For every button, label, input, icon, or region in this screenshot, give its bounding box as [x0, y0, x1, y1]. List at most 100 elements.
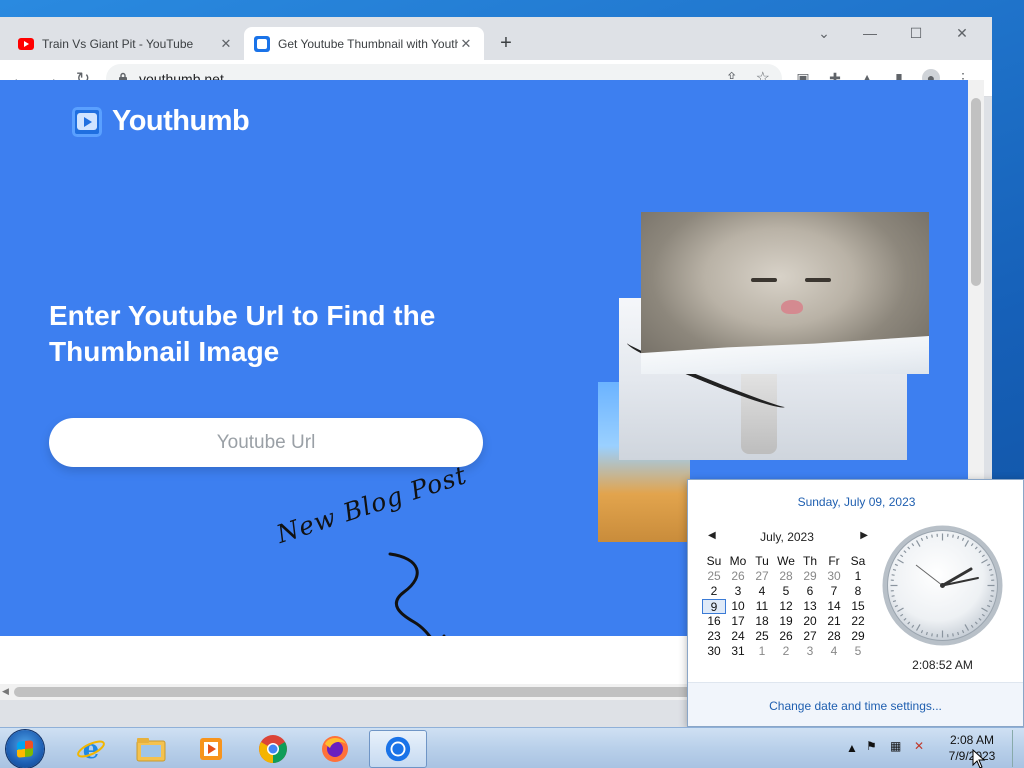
taskbar: e ▲ ⚑ ▦ ✕ 2:08 AM 7/9/2023: [0, 727, 1024, 768]
firefox-taskbar-button[interactable]: [306, 730, 364, 768]
clock-calendar-flyout: Sunday, July 09, 2023 ◀ July, 2023 ▶ Su M…: [687, 479, 1024, 727]
previous-month-icon[interactable]: ◀: [708, 530, 716, 541]
calendar-grid: Su Mo Tu We Th Fr Sa 25 26 27 28 29 30 1 2 3 4 5 6 7 8 9 10 11 1…: [702, 554, 872, 659]
weekday-header: Th: [802, 554, 817, 568]
snow-ground: [641, 336, 929, 374]
mouse-cursor-icon: [972, 749, 986, 768]
calendar-day[interactable]: 30: [822, 569, 846, 584]
calendar-day[interactable]: 2: [702, 584, 726, 599]
calendar-day[interactable]: 7: [822, 584, 846, 599]
calendar-day[interactable]: 23: [702, 629, 726, 644]
calendar-day[interactable]: 8: [846, 584, 870, 599]
clock-tick: [891, 574, 895, 576]
calendar-day[interactable]: 11: [750, 599, 774, 614]
calendar-day[interactable]: 28: [774, 569, 798, 584]
calendar-day[interactable]: 26: [726, 569, 750, 584]
calendar-day[interactable]: 29: [798, 569, 822, 584]
clock-tick: [931, 534, 933, 538]
chrome-active-taskbar-button[interactable]: [369, 730, 427, 768]
youtube-url-input[interactable]: [49, 418, 483, 467]
calendar-header: ◀ July, 2023 ▶: [702, 530, 872, 548]
page-headline: Enter Youtube Url to Find the Thumbnail …: [49, 300, 436, 367]
weekday-header: Sa: [850, 554, 866, 568]
calendar-day[interactable]: 1: [846, 569, 870, 584]
calendar-day[interactable]: 27: [750, 569, 774, 584]
calendar-day[interactable]: 5: [774, 584, 798, 599]
calendar-day[interactable]: 3: [726, 584, 750, 599]
thumbnail-lynx[interactable]: [641, 212, 929, 374]
month-label[interactable]: July, 2023: [760, 530, 814, 544]
maximize-button[interactable]: ☐: [898, 23, 934, 43]
tab-title: Train Vs Giant Pit - YouTube: [42, 36, 194, 51]
close-tab-icon[interactable]: ✕: [218, 36, 234, 52]
calendar-day[interactable]: 20: [798, 614, 822, 629]
calendar-day[interactable]: 9: [702, 599, 726, 614]
scrollbar-thumb[interactable]: [971, 98, 981, 286]
clock-tick: [952, 534, 954, 538]
calendar-day[interactable]: 3: [798, 644, 822, 659]
clock-tick: [891, 595, 895, 597]
close-tab-icon[interactable]: ✕: [458, 36, 474, 52]
calendar-day[interactable]: 18: [750, 614, 774, 629]
calendar-day[interactable]: 4: [750, 584, 774, 599]
media-player-icon: [200, 738, 222, 760]
calendar-day[interactable]: 2: [774, 644, 798, 659]
calendar-day[interactable]: 6: [798, 584, 822, 599]
volume-muted-icon[interactable]: ✕: [914, 739, 924, 768]
close-window-button[interactable]: ✕: [944, 23, 980, 43]
weekday-header: Fr: [828, 554, 840, 568]
calendar-day[interactable]: 5: [846, 644, 870, 659]
action-center-flag-icon[interactable]: ⚑: [866, 739, 877, 768]
minimize-button[interactable]: —: [852, 23, 888, 43]
calendar-day[interactable]: 21: [822, 614, 846, 629]
taskbar-time: 2:08 AM: [949, 733, 995, 747]
lynx-eye: [805, 278, 831, 282]
calendar-day[interactable]: 29: [846, 629, 870, 644]
lynx-nose: [781, 300, 803, 314]
clock-tick: [952, 633, 954, 637]
file-explorer-icon[interactable]: [122, 730, 180, 768]
full-date-link[interactable]: Sunday, July 09, 2023: [688, 495, 1024, 509]
calendar-day[interactable]: 1: [750, 644, 774, 659]
brand-logo[interactable]: Youthumb: [72, 105, 250, 138]
svg-text:e: e: [83, 735, 100, 764]
chrome-taskbar-button[interactable]: [244, 730, 302, 768]
new-tab-button[interactable]: +: [496, 33, 516, 53]
clock-tick: [931, 633, 933, 637]
calendar-day[interactable]: 26: [774, 629, 798, 644]
calendar-day[interactable]: 13: [798, 599, 822, 614]
calendar-day[interactable]: 17: [726, 614, 750, 629]
calendar-day[interactable]: 15: [846, 599, 870, 614]
change-date-time-settings-link[interactable]: Change date and time settings...: [688, 699, 1023, 713]
tab-youthumb[interactable]: Get Youtube Thumbnail with Youthumb ✕: [244, 27, 484, 60]
network-icon[interactable]: ▦: [890, 739, 901, 768]
lynx-eye: [751, 278, 777, 282]
calendar-day[interactable]: 14: [822, 599, 846, 614]
tab-search-icon[interactable]: ⌄: [806, 23, 842, 43]
calendar-day[interactable]: 25: [750, 629, 774, 644]
show-hidden-icons-icon[interactable]: ▲: [846, 741, 858, 768]
calendar-day[interactable]: 25: [702, 569, 726, 584]
media-player-icon[interactable]: [182, 730, 240, 768]
new-blog-post-annotation[interactable]: New Blog Post: [273, 460, 470, 549]
calendar-day[interactable]: 27: [798, 629, 822, 644]
calendar-day[interactable]: 16: [702, 614, 726, 629]
calendar-day[interactable]: 28: [822, 629, 846, 644]
calendar-day[interactable]: 24: [726, 629, 750, 644]
scroll-left-icon[interactable]: ◀: [2, 686, 9, 697]
brand-name: Youthumb: [112, 105, 250, 137]
calendar-day[interactable]: 4: [822, 644, 846, 659]
calendar-day[interactable]: 12: [774, 599, 798, 614]
start-button[interactable]: [6, 730, 44, 768]
internet-explorer-icon[interactable]: e: [62, 730, 120, 768]
calendar-day[interactable]: 22: [846, 614, 870, 629]
calendar-day[interactable]: 10: [726, 599, 750, 614]
internet-explorer-icon: e: [77, 735, 105, 764]
digital-time: 2:08:52 AM: [912, 658, 973, 672]
calendar-day[interactable]: 19: [774, 614, 798, 629]
calendar-day[interactable]: 31: [726, 644, 750, 659]
tab-youtube[interactable]: Train Vs Giant Pit - YouTube ✕: [8, 27, 244, 60]
show-desktop-button[interactable]: [1012, 730, 1024, 767]
calendar-day[interactable]: 30: [702, 644, 726, 659]
next-month-icon[interactable]: ▶: [860, 530, 868, 541]
